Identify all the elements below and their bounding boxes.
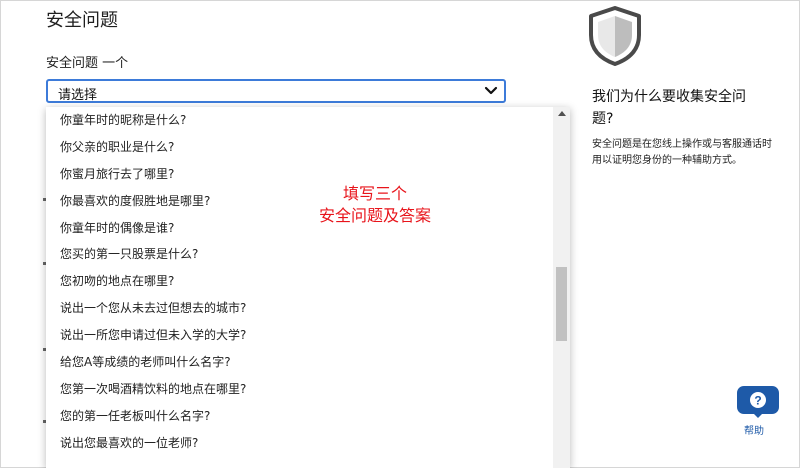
help-chat-icon[interactable]: ? [736, 385, 780, 419]
dropdown-option[interactable]: 你童年时的偶像是谁? [46, 215, 551, 242]
dropdown-option[interactable]: 你父亲的职业是什么? [46, 134, 551, 161]
dropdown-option[interactable]: 你童年时的昵称是什么? [46, 107, 551, 134]
annotation-line-1: 填写三个 [342, 184, 407, 203]
dropdown-scrollbar[interactable] [553, 107, 570, 468]
help-label[interactable]: 帮助 [744, 422, 764, 437]
chevron-down-icon [484, 86, 498, 95]
dropdown-option[interactable]: 你蜜月旅行去了哪里? [46, 161, 551, 188]
security-question-select[interactable]: 请选择 [46, 79, 506, 103]
dropdown-option[interactable]: 你最喜欢的度假胜地是哪里? [46, 188, 551, 215]
sidebar-title: 我们为什么要收集安全问题? [592, 89, 746, 127]
select-value: 请选择 [58, 88, 98, 103]
shield-icon [589, 6, 641, 66]
security-question-label: 安全问题 一个 [46, 56, 129, 71]
security-question-dropdown[interactable]: 你童年时的昵称是什么? 你父亲的职业是什么? 你蜜月旅行去了哪里? 你最喜欢的度假胜地… [46, 107, 570, 468]
dropdown-option[interactable]: 给您A等成绩的老师叫什么名字? [46, 349, 551, 376]
dropdown-option[interactable]: 说出一所您申请过但未入学的大学? [46, 322, 551, 349]
dropdown-option[interactable]: 您第一次喝酒精饮料的地点在哪里? [46, 376, 551, 403]
dropdown-option[interactable]: 您买的第一只股票是什么? [46, 241, 551, 268]
scroll-up-arrow-icon[interactable] [558, 111, 566, 116]
svg-text:?: ? [754, 394, 761, 408]
dropdown-option[interactable]: 您初吻的地点在哪里? [46, 268, 551, 295]
scroll-thumb[interactable] [556, 267, 567, 341]
option-list: 你童年时的昵称是什么? 你父亲的职业是什么? 你蜜月旅行去了哪里? 你最喜欢的度假胜地… [46, 107, 551, 457]
dropdown-option[interactable]: 说出您最喜欢的一位老师? [46, 430, 551, 457]
page-title: 安全问题 [46, 10, 118, 31]
sidebar-body: 安全问题是在您线上操作或与客服通话时用以证明您身份的一种辅助方式。 [592, 139, 772, 166]
instruction-annotation: 填写三个 安全问题及答案 [300, 183, 450, 227]
dropdown-option[interactable]: 说出一个您从未去过但想去的城市? [46, 295, 551, 322]
dropdown-option[interactable]: 您的第一任老板叫什么名字? [46, 403, 551, 430]
annotation-line-2: 安全问题及答案 [318, 206, 431, 225]
